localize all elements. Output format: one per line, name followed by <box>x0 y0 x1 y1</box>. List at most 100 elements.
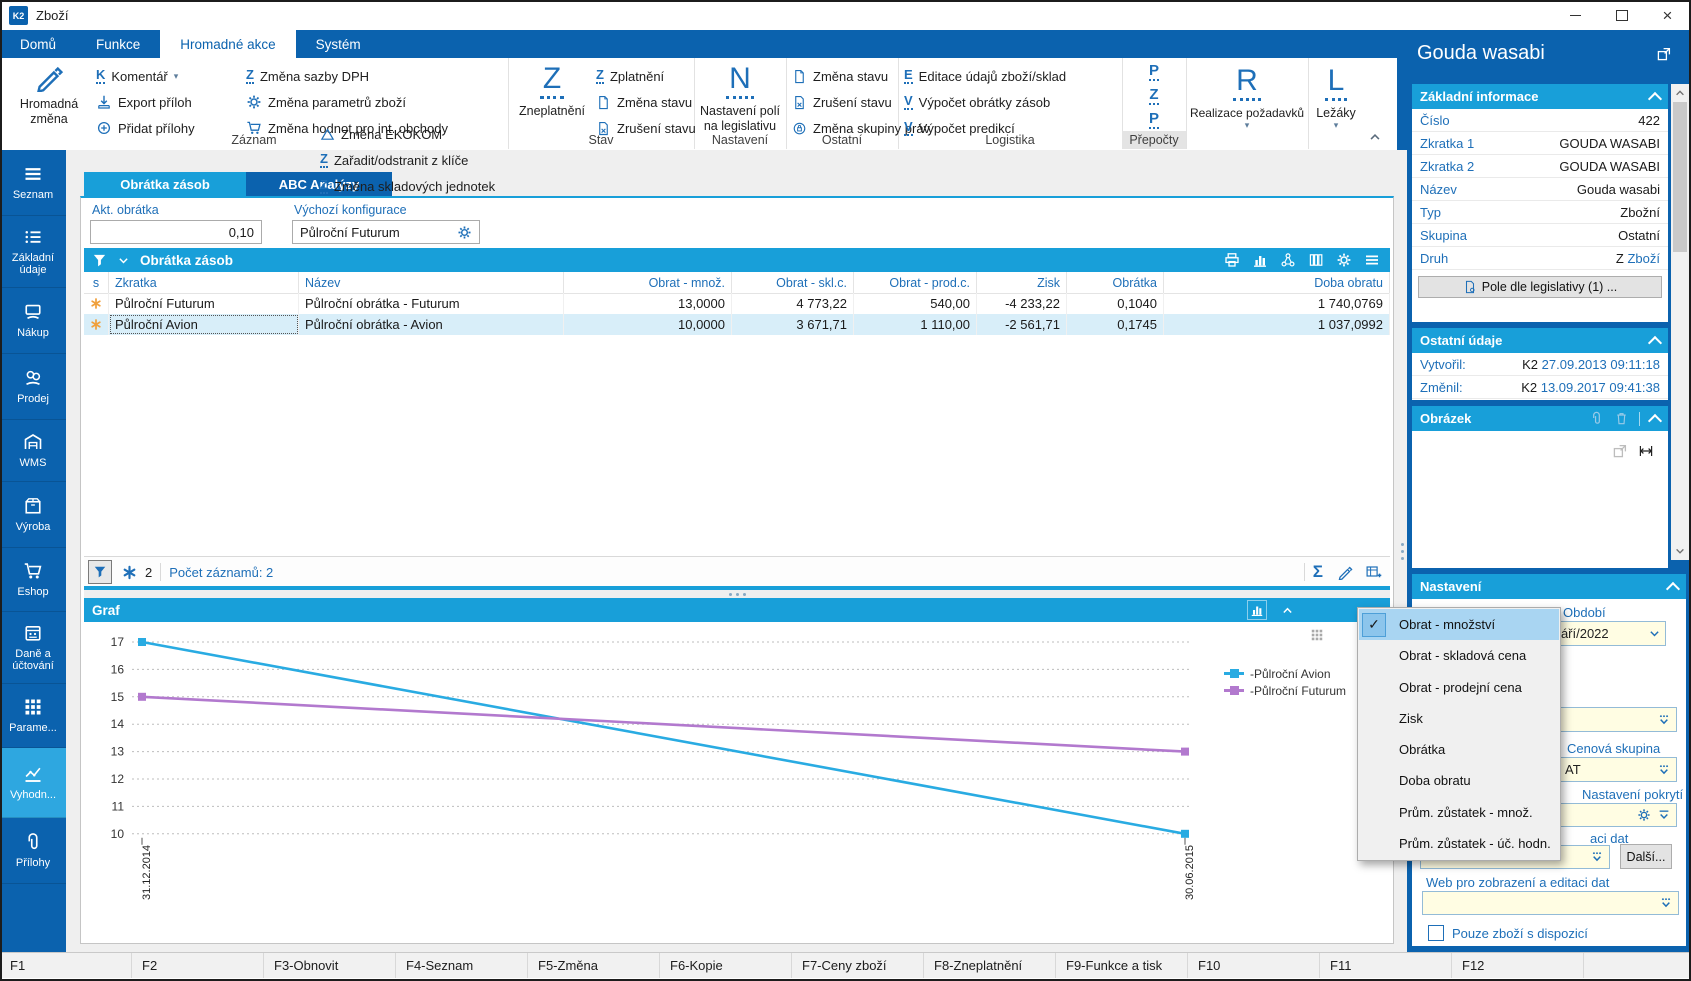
legend-item-avion[interactable]: -Půlroční Avion <box>1224 665 1346 682</box>
fkey-f2[interactable]: F2 <box>132 953 264 978</box>
zneplatneni-button[interactable]: Z Zneplatnění <box>514 64 590 119</box>
vychozi-konfigurace-input[interactable]: Půlroční Futurum <box>292 220 480 244</box>
sidebar-item-prilohy[interactable]: Přílohy <box>0 818 66 884</box>
filter-toggle-button[interactable] <box>88 560 112 584</box>
columns-icon[interactable] <box>1308 252 1324 268</box>
menu-item-prum-zustatek-uc[interactable]: Prům. zůstatek - úč. hodn. <box>1359 828 1559 859</box>
zmena-jednotek-button[interactable]: ZZměna skladových jednotek <box>320 174 495 198</box>
ribbon-tab-domu[interactable]: Domů <box>0 30 76 58</box>
col-zisk[interactable]: Zisk <box>977 272 1067 293</box>
menu-item-obrat-prodejni[interactable]: Obrat - prodejní cena <box>1359 672 1559 703</box>
menu-item-prum-zustatek-mnoz[interactable]: Prům. zůstatek - množ. <box>1359 797 1559 828</box>
checkbox[interactable] <box>1428 925 1444 941</box>
prepocet-p1-button[interactable]: P <box>1122 60 1186 84</box>
card-header[interactable]: Obrázek <box>1412 406 1668 431</box>
fkey-f6[interactable]: F6-Kopie <box>660 953 792 978</box>
fkey-f7[interactable]: F7-Ceny zboží <box>792 953 924 978</box>
fkey-f10[interactable]: F10 <box>1188 953 1320 978</box>
sidebar-item-zakladni-udaje[interactable]: Základní údaje <box>0 216 66 288</box>
graph-corner-grid-icon[interactable] <box>1310 628 1324 642</box>
group-label-prepocty[interactable]: Přepočty <box>1122 131 1186 149</box>
fkey-f9[interactable]: F9-Funkce a tisk <box>1056 953 1188 978</box>
relations-icon[interactable] <box>1280 252 1296 268</box>
prepocet-p2-button[interactable]: P <box>1122 108 1186 132</box>
dispozice-checkbox-row[interactable]: Pouze zboží s dispozicí <box>1428 925 1588 941</box>
vypocet-obratky-button[interactable]: VVýpočet obrátky zásob <box>904 90 1050 114</box>
export-priloh-button[interactable]: Export příloh <box>96 90 192 114</box>
col-s[interactable]: s <box>84 272 109 293</box>
ribbon-tab-system[interactable]: Systém <box>296 30 381 58</box>
line-chart[interactable]: 171615141312111031.12.201430.06.2015 <box>84 622 1390 906</box>
collapse-chevron-icon[interactable] <box>1281 604 1294 617</box>
fkey-f4[interactable]: F4-Seznam <box>396 953 528 978</box>
scrollbar-thumb[interactable] <box>1673 102 1687 252</box>
card-header[interactable]: Nastavení <box>1412 574 1686 599</box>
scroll-down-icon[interactable] <box>1674 545 1686 557</box>
menu-item-doba-obratu[interactable]: Doba obratu <box>1359 765 1559 796</box>
filter-icon[interactable] <box>92 253 107 268</box>
fkey-f8[interactable]: F8-Zneplatnění <box>924 953 1056 978</box>
zmena-stavu-ostatni-button[interactable]: Změna stavu <box>792 64 888 88</box>
print-icon[interactable] <box>1224 252 1240 268</box>
zmena-sazby-dph-button[interactable]: ZZměna sazby DPH <box>246 64 369 88</box>
asterisk-filter-icon[interactable] <box>122 565 137 580</box>
nastaveni-poli-button[interactable]: N Nastavení polína legislativu <box>696 64 784 134</box>
ribbon-tab-hromadne-akce[interactable]: Hromadné akce <box>160 30 295 58</box>
sidebar-item-seznam[interactable]: Seznam <box>0 150 66 216</box>
menu-item-obratka[interactable]: Obrátka <box>1359 734 1559 765</box>
col-obrat-skl[interactable]: Obrat - skl.c. <box>732 272 854 293</box>
web-combo[interactable] <box>1422 891 1679 915</box>
sidebar-item-nakup[interactable]: Nákup <box>0 288 66 354</box>
zruseni-stavu-ostatni-button[interactable]: Zrušení stavu <box>792 90 892 114</box>
realizace-pozadavku-button[interactable]: R Realizace požadavků ▾ <box>1188 66 1306 130</box>
hromadna-zmena-button[interactable]: Hromadnázměna <box>10 62 88 127</box>
maximize-button[interactable] <box>1599 0 1644 30</box>
sidebar-item-vyroba[interactable]: Výroba <box>0 482 66 548</box>
horizontal-splitter[interactable] <box>84 590 1390 598</box>
legend-item-futurum[interactable]: -Půlroční Futurum <box>1224 682 1346 699</box>
sum-icon[interactable]: Σ <box>1313 562 1323 582</box>
col-nazev[interactable]: Název <box>299 272 564 293</box>
zmena-ekokom-button[interactable]: Změna EKOKOM <box>320 122 442 146</box>
editace-udaju-button[interactable]: EEditace údajů zboží/sklad <box>904 64 1066 88</box>
zplatneni-button[interactable]: ZZplatnění <box>596 64 664 88</box>
col-zkratka[interactable]: Zkratka <box>109 272 299 293</box>
gear-icon[interactable] <box>1637 808 1651 822</box>
dalsi-button[interactable]: Další... <box>1620 844 1672 869</box>
col-obrat-prod[interactable]: Obrat - prod.c. <box>854 272 977 293</box>
collapse-chevron-icon[interactable] <box>1648 335 1662 349</box>
sidebar-item-prodej[interactable]: Prodej <box>0 354 66 420</box>
fkey-f12[interactable]: F12 <box>1452 953 1584 978</box>
col-obratka[interactable]: Obrátka <box>1067 272 1164 293</box>
menu-item-zisk[interactable]: Zisk <box>1359 703 1559 734</box>
fkey-f1[interactable]: F1 <box>0 953 132 978</box>
menu-icon[interactable] <box>1364 252 1380 268</box>
pole-dle-legislativy-button[interactable]: Pole dle legislativy (1) ... <box>1418 276 1662 298</box>
menu-item-obrat-skladova[interactable]: Obrat - skladová cena <box>1359 640 1559 671</box>
close-button[interactable]: × <box>1645 0 1690 30</box>
settings-gear-icon[interactable] <box>1336 252 1352 268</box>
sidebar-item-dane-a-uctovani[interactable]: Daně a účtování <box>0 612 66 684</box>
fkey-f11[interactable]: F11 <box>1320 953 1452 978</box>
col-obrat-mnoz[interactable]: Obrat - množ. <box>564 272 732 293</box>
zmena-parametru-button[interactable]: Změna parametrů zboží <box>246 90 406 114</box>
sidebar-item-parametry[interactable]: Parame... <box>0 684 66 748</box>
collapse-chevron-icon[interactable] <box>1648 91 1662 105</box>
fkey-f3[interactable]: F3-Obnovit <box>264 953 396 978</box>
scroll-up-icon[interactable] <box>1674 87 1686 99</box>
chart-icon[interactable] <box>1252 252 1268 268</box>
collapse-chevron-icon[interactable] <box>1666 581 1680 595</box>
zmena-stavu-button[interactable]: Změna stavu <box>596 90 692 114</box>
chevron-down-icon[interactable] <box>117 254 130 267</box>
lezaky-button[interactable]: L Ležáky ▾ <box>1310 66 1362 130</box>
card-header[interactable]: Základní informace <box>1412 84 1668 109</box>
attach-image-icon[interactable] <box>1589 411 1604 426</box>
table-row-selected[interactable]: Půlroční Avion Půlroční obrátka - Avion … <box>84 314 1390 335</box>
sidebar-item-eshop[interactable]: Eshop <box>0 548 66 612</box>
graph-type-button[interactable] <box>1247 600 1267 620</box>
prepocet-z-button[interactable]: Z <box>1122 84 1186 108</box>
collapse-chevron-icon[interactable] <box>1648 413 1662 427</box>
fkey-f5[interactable]: F5-Změna <box>528 953 660 978</box>
ribbon-tab-funkce[interactable]: Funkce <box>76 30 160 58</box>
card-header[interactable]: Ostatní údaje <box>1412 328 1668 353</box>
